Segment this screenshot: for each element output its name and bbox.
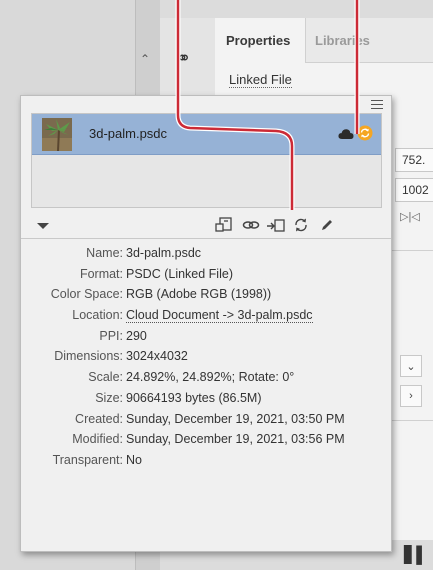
info-label: Modified: [72,432,123,447]
info-row-transparent: Transparent: No [21,453,391,474]
info-row-color-space: Color Space: RGB (Adobe RGB (1998)) [21,287,391,308]
info-value: Sunday, December 19, 2021, 03:50 PM [126,411,345,426]
go-to-link-icon[interactable] [242,217,260,238]
location-link[interactable]: Cloud Document -> 3d-palm.psdc [126,308,313,324]
info-value: RGB (Adobe RGB (1998)) [126,287,272,302]
info-value: 3024x4032 [126,349,188,364]
info-label: Name: [86,246,123,260]
info-row-format: Format: PSDC (Linked File) [21,267,391,288]
info-label: Format: [79,266,123,281]
info-row-modified: Modified: Sunday, December 19, 2021, 03:… [21,432,391,453]
replace-link-icon[interactable] [215,217,233,238]
links-toolbar [31,214,382,238]
info-label: Location: [72,308,123,323]
sync-status-icon[interactable] [357,125,373,146]
links-panel: 3d-palm.psdc Name: 3d-palm.psdc Format: … [20,95,392,552]
cloud-icon [338,127,354,145]
link-item[interactable]: 3d-palm.psdc [32,114,381,155]
info-row-location: Location: Cloud Document -> 3d-palm.psdc [21,308,391,329]
edit-original-icon[interactable] [319,217,335,238]
info-label: Color Space: [50,287,123,302]
info-row-scale: Scale: 24.892%, 24.892%; Rotate: 0° [21,370,391,391]
info-value: 3d-palm.psdc [126,246,202,260]
chevron-right-icon[interactable]: › [400,385,422,407]
info-label: Scale: [88,370,123,385]
chevron-down-icon[interactable]: ⌄ [400,355,422,377]
info-value: 290 [126,328,147,343]
info-value: Sunday, December 19, 2021, 03:56 PM [126,432,345,447]
update-link-icon[interactable] [293,217,309,238]
tab-libraries[interactable]: Libraries [315,33,370,48]
chevron-up-icon[interactable]: ⌃ [140,52,150,66]
info-label: Transparent: [52,452,123,467]
link-info: Name: 3d-palm.psdc Format: PSDC (Linked … [21,246,391,474]
info-value: PSDC (Linked File) [126,266,233,281]
link-tool-icon[interactable]: ⚭ [176,48,191,69]
link-name: 3d-palm.psdc [89,126,168,141]
tab-properties[interactable]: Properties [226,33,290,48]
info-label: PPI: [99,328,123,343]
link-thumbnail [42,118,72,151]
info-value: 24.892%, 24.892%; Rotate: 0° [126,370,295,385]
panel-menu-icon[interactable] [371,100,383,110]
divider [390,420,433,421]
height-field[interactable]: 1002 [395,178,433,202]
info-label: Dimensions: [54,349,123,364]
panel-header-bar [160,0,433,18]
align-icon[interactable]: ▋▌ [404,545,428,565]
panel-divider [21,238,391,239]
info-value: No [126,452,142,467]
info-row-name: Name: 3d-palm.psdc [21,246,391,267]
info-row-dimensions: Dimensions: 3024x4032 [21,349,391,370]
show-info-toggle[interactable] [37,223,49,229]
info-row-created: Created: Sunday, December 19, 2021, 03:5… [21,412,391,433]
embed-icon[interactable] [266,217,286,238]
links-list: 3d-palm.psdc [31,113,382,208]
divider [390,250,433,251]
info-label: Created: [75,411,123,426]
info-value: 90664193 bytes (86.5M) [126,390,262,405]
width-field[interactable]: 752. [395,148,433,172]
info-row-ppi: PPI: 290 [21,329,391,350]
flip-icon[interactable]: ▷|◁ [400,210,420,223]
info-row-size: Size: 90664193 bytes (86.5M) [21,391,391,412]
linked-file-label: Linked File [229,72,292,88]
info-label: Size: [95,390,123,405]
